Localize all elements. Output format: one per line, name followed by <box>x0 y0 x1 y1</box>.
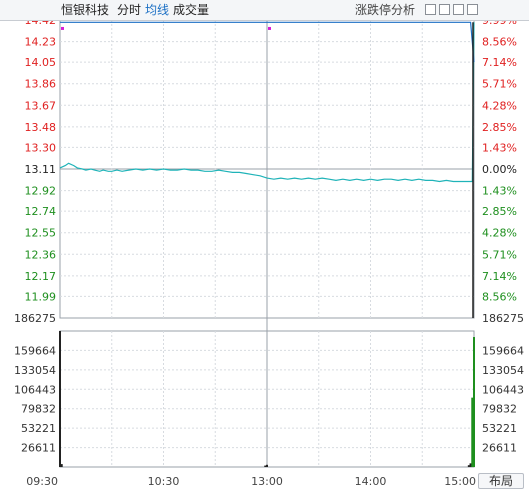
percent-tick-label: 8.56% <box>482 36 517 49</box>
price-tick-label: 13.11 <box>25 163 57 176</box>
percent-tick-label: 1.43% <box>482 185 517 198</box>
percent-tick-label: 7.14% <box>482 270 517 283</box>
layout-button[interactable]: 布局 <box>478 473 524 489</box>
volume-bar <box>471 397 474 467</box>
volume-tick-label: 26611 <box>21 442 56 455</box>
volume-tick-label: 53221 <box>21 422 56 435</box>
limit-analysis-link[interactable]: 涨跌停分析 <box>355 2 415 18</box>
volume-axis-left: 186275 159664 133054 106443 79832 53221 26611 <box>14 312 56 455</box>
price-tick-label: 11.99 <box>25 290 57 303</box>
volume-axis-right: 186275 159664 133054 106443 79832 53221 26611 <box>482 312 524 455</box>
percent-tick-label: 2.85% <box>482 121 517 134</box>
event-marker <box>268 26 271 30</box>
price-tick-label: 12.55 <box>25 227 57 240</box>
volume-bar <box>469 463 472 467</box>
volume-bar <box>59 331 61 467</box>
time-axis: 09:30 10:30 13:00 14:00 15:00 <box>26 475 476 488</box>
stock-name: 恒银科技 <box>61 3 110 17</box>
volume-tick-label-right: 106443 <box>482 383 524 396</box>
tab-volume[interactable]: 成交量 <box>173 2 209 18</box>
price-tick-label: 13.67 <box>25 99 57 112</box>
time-tick-label: 10:30 <box>148 475 180 488</box>
percent-tick-label: 5.71% <box>482 248 517 261</box>
price-tick-label: 13.30 <box>25 141 57 154</box>
price-tick-label: 13.86 <box>25 78 57 91</box>
volume-tick-label: 186275 <box>14 312 56 325</box>
volume-bar <box>60 464 63 467</box>
intraday-chart[interactable]: 14.4214.2314.0513.8613.6713.4813.3013.11… <box>0 0 529 491</box>
volume-bar <box>467 465 470 467</box>
percent-tick-label: 8.56% <box>482 290 517 303</box>
price-tick-label: 12.74 <box>25 205 57 218</box>
price-tick-label: 14.23 <box>25 36 57 49</box>
toolbar-icons <box>425 4 485 16</box>
restore-icon[interactable] <box>439 4 450 15</box>
percent-tick-label: 2.85% <box>482 205 517 218</box>
price-tick-label: 12.17 <box>25 270 57 283</box>
time-tick-label: 15:00 <box>444 475 476 488</box>
volume-bar <box>264 465 267 467</box>
volume-tick-label: 106443 <box>14 383 56 396</box>
volume-tick-label-right: 133054 <box>482 364 524 377</box>
price-tick-label: 12.92 <box>25 185 57 198</box>
chart-toolbar: 恒银科技 分时 均线 成交量 涨跌停分析 <box>0 0 529 21</box>
tab-average-line[interactable]: 均线 <box>145 2 169 18</box>
maximize-icon[interactable] <box>453 4 464 15</box>
volume-tick-label: 133054 <box>14 364 56 377</box>
percent-tick-label: 7.14% <box>482 56 517 69</box>
time-tick-label: 09:30 <box>26 475 58 488</box>
tab-time-sharing[interactable]: 分时 <box>117 2 141 18</box>
volume-tick-label: 159664 <box>14 344 56 357</box>
price-tick-label: 12.36 <box>25 248 57 261</box>
percent-axis: 9.99%8.56%7.14%5.71%4.28%2.85%1.43%0.00%… <box>482 14 517 303</box>
event-marker <box>61 26 64 30</box>
volume-tick-label-right: 159664 <box>482 344 524 357</box>
percent-tick-label: 4.28% <box>482 227 517 240</box>
volume-tick-label-right: 53221 <box>482 422 517 435</box>
price-tick-label: 14.05 <box>25 56 57 69</box>
percent-tick-label: 4.28% <box>482 99 517 112</box>
volume-tick-label-right: 186275 <box>482 312 524 325</box>
chart-grid <box>59 19 475 468</box>
percent-tick-label: 0.00% <box>482 163 517 176</box>
time-tick-label: 13:00 <box>251 475 283 488</box>
volume-tick-label-right: 79832 <box>482 403 517 416</box>
volume-tick-label-right: 26611 <box>482 442 517 455</box>
panel-toggle-icon[interactable] <box>467 4 478 15</box>
percent-tick-label: 5.71% <box>482 78 517 91</box>
markers <box>61 26 271 30</box>
price-axis: 14.4214.2314.0513.8613.6713.4813.3013.11… <box>25 14 57 303</box>
volume-bar <box>266 464 268 467</box>
minimize-icon[interactable] <box>425 4 436 15</box>
price-tick-label: 13.48 <box>25 121 57 134</box>
time-tick-label: 14:00 <box>355 475 387 488</box>
volume-bar <box>473 337 475 467</box>
volume-tick-label: 79832 <box>21 403 56 416</box>
percent-tick-label: 1.43% <box>482 141 517 154</box>
